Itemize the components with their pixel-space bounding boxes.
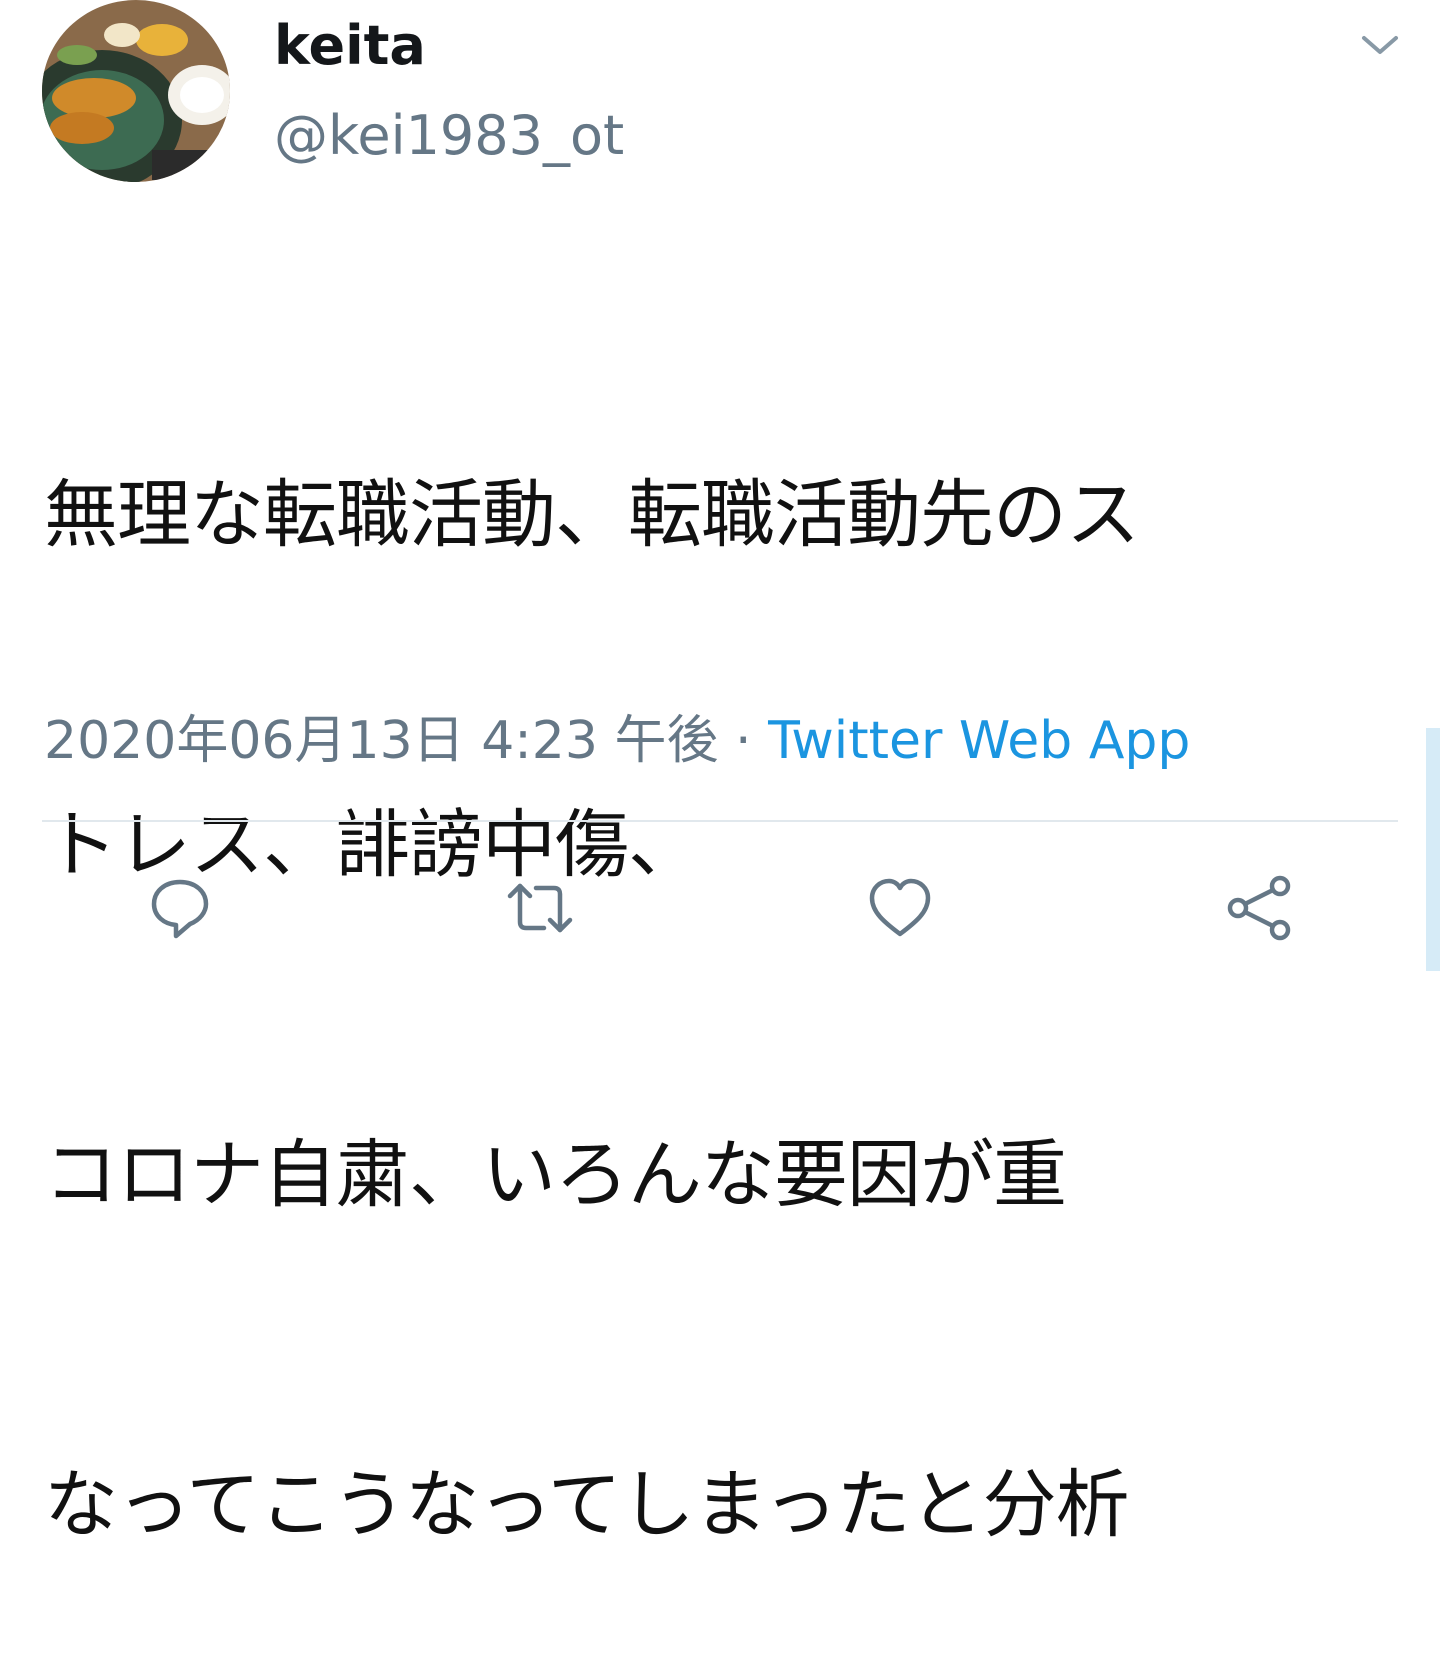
tweet-meta: 2020年06月13日 4:23 午後 · Twitter Web App bbox=[44, 706, 1190, 776]
tweet-timestamp[interactable]: 2020年06月13日 4:23 午後 bbox=[44, 711, 719, 771]
reply-button[interactable] bbox=[140, 868, 220, 948]
meta-separator: · bbox=[718, 711, 769, 771]
tweet-text: 無理な転職活動、転職活動先のス トレス、誹謗中傷、 コロナ自粛、いろんな要因が重… bbox=[44, 240, 1344, 1670]
chevron-down-icon[interactable] bbox=[1358, 26, 1402, 62]
tweet-text-line: 無理な転職活動、転職活動先のス bbox=[44, 472, 1140, 558]
tweet-text-line: なってこうなってしまったと分析 bbox=[44, 1462, 1130, 1548]
share-icon bbox=[1227, 875, 1291, 941]
tweet-text-line: コロナ自粛、いろんな要因が重 bbox=[44, 1132, 1067, 1218]
display-name[interactable]: keita bbox=[274, 14, 426, 78]
retweet-button[interactable] bbox=[500, 868, 580, 948]
tweet-source-link[interactable]: Twitter Web App bbox=[768, 711, 1190, 771]
reply-icon bbox=[151, 879, 209, 939]
heart-icon bbox=[869, 878, 931, 937]
scrollbar[interactable] bbox=[1426, 728, 1440, 971]
share-button[interactable] bbox=[1220, 868, 1300, 948]
divider bbox=[42, 820, 1398, 822]
user-handle[interactable]: @kei1983_ot bbox=[274, 104, 624, 168]
avatar[interactable] bbox=[42, 0, 230, 182]
like-button[interactable] bbox=[860, 868, 940, 948]
tweet-text-line: トレス、誹謗中傷、 bbox=[44, 802, 702, 888]
retweet-icon bbox=[507, 883, 573, 933]
avatar-food-image bbox=[42, 0, 230, 182]
